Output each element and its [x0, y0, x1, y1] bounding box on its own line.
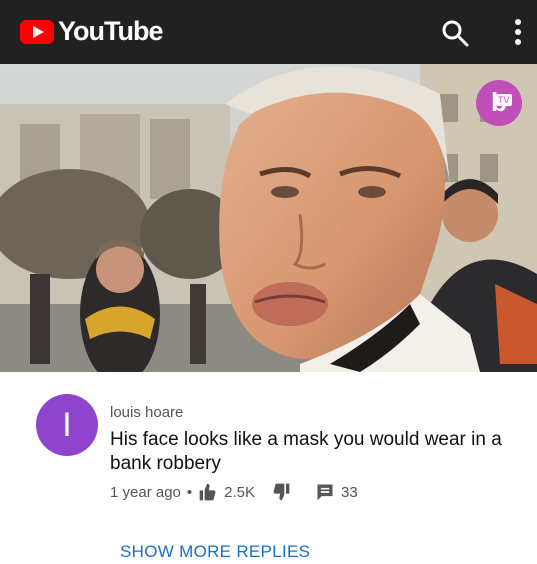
search-icon[interactable]: [440, 18, 470, 48]
video-frame: [0, 64, 537, 372]
comment-time: 1 year ago: [110, 483, 181, 501]
avatar[interactable]: I: [36, 394, 98, 456]
app-title: YouTube: [58, 16, 163, 46]
channel-badge-tv: TV: [496, 94, 512, 106]
thumbs-down-icon[interactable]: [271, 482, 291, 502]
comment-author[interactable]: louis hoare: [110, 404, 183, 421]
like-count: 2.5K: [224, 483, 256, 501]
youtube-logo[interactable]: YouTube: [20, 16, 163, 47]
video-player[interactable]: [0, 64, 537, 372]
comment-meta: 1 year ago • 2.5K 33: [110, 482, 358, 502]
avatar-letter: I: [62, 406, 72, 444]
thumbs-up-icon[interactable]: [198, 482, 218, 502]
more-vertical-icon[interactable]: [506, 16, 530, 48]
comment-text: His face looks like a mask you would wea…: [110, 429, 502, 474]
show-more-replies-button[interactable]: SHOW MORE REPLIES: [120, 542, 310, 562]
reply-comment-icon[interactable]: [315, 482, 335, 502]
meta-separator: •: [186, 483, 193, 501]
reply-count: 33: [341, 483, 358, 501]
app-top-bar: YouTube: [0, 0, 537, 64]
youtube-play-icon: [20, 19, 54, 44]
